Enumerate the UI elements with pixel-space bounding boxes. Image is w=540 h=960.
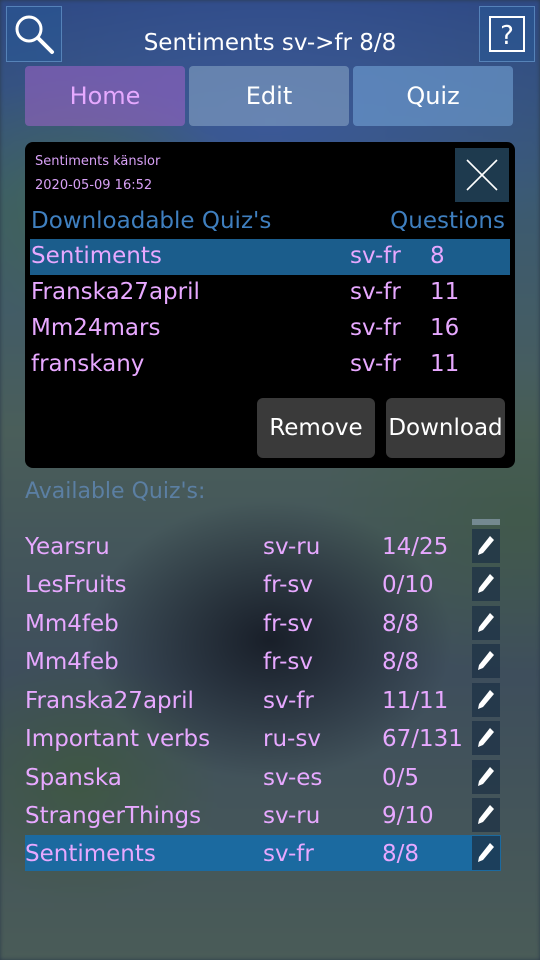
- available-quizzes-label: Available Quiz's:: [25, 479, 206, 504]
- quiz-progress: 14/25: [382, 534, 449, 560]
- quiz-name: StrangerThings: [25, 803, 202, 829]
- quiz-row[interactable]: Important verbs ru-sv 67/131: [25, 720, 501, 756]
- quiz-progress: 67/131: [382, 726, 463, 752]
- quiz-lang: sv-fr: [263, 688, 314, 714]
- quiz-row[interactable]: StrangerThings sv-ru 9/10: [25, 797, 501, 833]
- quiz-name: Mm4feb: [25, 649, 119, 675]
- question-count: 11: [430, 351, 460, 377]
- quiz-lang: sv-fr: [350, 351, 401, 377]
- quiz-name: Sentiments: [25, 841, 156, 867]
- edit-button[interactable]: [472, 760, 500, 794]
- quiz-name: Franska27april: [25, 688, 194, 714]
- quiz-progress: 11/11: [382, 688, 449, 714]
- quiz-info-date: 2020-05-09 16:52: [35, 178, 153, 193]
- tab-quiz[interactable]: Quiz: [353, 66, 513, 126]
- tab-edit[interactable]: Edit: [189, 66, 349, 126]
- close-icon: [466, 159, 498, 191]
- downloadable-header: Downloadable Quiz's: [31, 208, 272, 234]
- quiz-name: Important verbs: [25, 726, 211, 752]
- quiz-progress: 0/5: [382, 765, 420, 791]
- help-button[interactable]: ?: [479, 6, 535, 62]
- quiz-name: Mm24mars: [31, 315, 161, 341]
- question-count: 11: [430, 279, 460, 305]
- quiz-progress: 8/8: [382, 649, 420, 675]
- edit-button[interactable]: [472, 721, 500, 755]
- quiz-lang: sv-fr: [350, 279, 401, 305]
- quiz-progress: 0/10: [382, 572, 434, 598]
- help-icon: ?: [489, 16, 525, 52]
- quiz-name: Mm4feb: [25, 611, 119, 637]
- pencil-icon: [478, 805, 494, 824]
- quiz-lang: sv-es: [263, 765, 323, 791]
- quiz-lang: sv-fr: [350, 315, 401, 341]
- pencil-icon: [478, 690, 494, 709]
- quiz-row[interactable]: Sentiments sv-fr 8/8: [25, 835, 501, 871]
- questions-header: Questions: [390, 208, 505, 234]
- quiz-progress: 9/10: [382, 803, 434, 829]
- quiz-row[interactable]: Mm4feb fr-sv 8/8: [25, 643, 501, 679]
- download-row[interactable]: Franska27april sv-fr 11: [30, 275, 510, 311]
- quiz-lang: ru-sv: [263, 726, 321, 752]
- pencil-icon: [478, 843, 494, 862]
- pencil-icon: [478, 767, 494, 786]
- download-panel: Sentiments känslor 2020-05-09 16:52 Down…: [25, 142, 515, 468]
- edit-button[interactable]: [472, 606, 500, 640]
- pencil-icon: [478, 651, 494, 670]
- edit-button[interactable]: [472, 529, 500, 563]
- quiz-row[interactable]: Mm4feb fr-sv 8/8: [25, 605, 501, 641]
- quiz-lang: fr-sv: [263, 572, 313, 598]
- quiz-progress: 8/8: [382, 841, 420, 867]
- quiz-row[interactable]: Franska27april sv-fr 11/11: [25, 682, 501, 718]
- question-count: 16: [430, 315, 460, 341]
- quiz-row[interactable]: LesFruits fr-sv 0/10: [25, 566, 501, 602]
- quiz-name: Sentiments: [31, 243, 162, 269]
- svg-text:?: ?: [500, 21, 514, 51]
- download-button[interactable]: Download: [386, 398, 505, 458]
- scroll-indicator[interactable]: [472, 519, 500, 525]
- quiz-row[interactable]: Yearsru sv-ru 14/25: [25, 528, 501, 564]
- pencil-icon: [478, 574, 494, 593]
- pencil-icon: [478, 728, 494, 747]
- quiz-name: Yearsru: [25, 534, 110, 560]
- edit-button[interactable]: [472, 567, 500, 601]
- quiz-info-name: Sentiments känslor: [35, 154, 161, 169]
- question-count: 8: [430, 243, 445, 269]
- quiz-name: Spanska: [25, 765, 122, 791]
- quiz-name: LesFruits: [25, 572, 127, 598]
- edit-button[interactable]: [472, 798, 500, 832]
- tab-home[interactable]: Home: [25, 66, 185, 126]
- download-row[interactable]: Sentiments sv-fr 8: [30, 239, 510, 275]
- quiz-lang: fr-sv: [263, 611, 313, 637]
- quiz-lang: fr-sv: [263, 649, 313, 675]
- download-row[interactable]: Mm24mars sv-fr 16: [30, 311, 510, 347]
- quiz-lang: sv-fr: [350, 243, 401, 269]
- quiz-name: Franska27april: [31, 279, 200, 305]
- edit-button[interactable]: [472, 836, 500, 870]
- quiz-lang: sv-ru: [263, 534, 321, 560]
- quiz-progress: 8/8: [382, 611, 420, 637]
- pencil-icon: [478, 613, 494, 632]
- edit-button[interactable]: [472, 644, 500, 678]
- quiz-lang: sv-fr: [263, 841, 314, 867]
- close-button[interactable]: [455, 148, 509, 202]
- quiz-row[interactable]: Spanska sv-es 0/5: [25, 759, 501, 795]
- quiz-lang: sv-ru: [263, 803, 321, 829]
- pencil-icon: [478, 536, 494, 555]
- page-title: Sentiments sv->fr 8/8: [143, 30, 397, 56]
- download-row[interactable]: franskany sv-fr 11: [30, 347, 510, 383]
- quiz-name: franskany: [31, 351, 145, 377]
- edit-button[interactable]: [472, 683, 500, 717]
- remove-button[interactable]: Remove: [257, 398, 375, 458]
